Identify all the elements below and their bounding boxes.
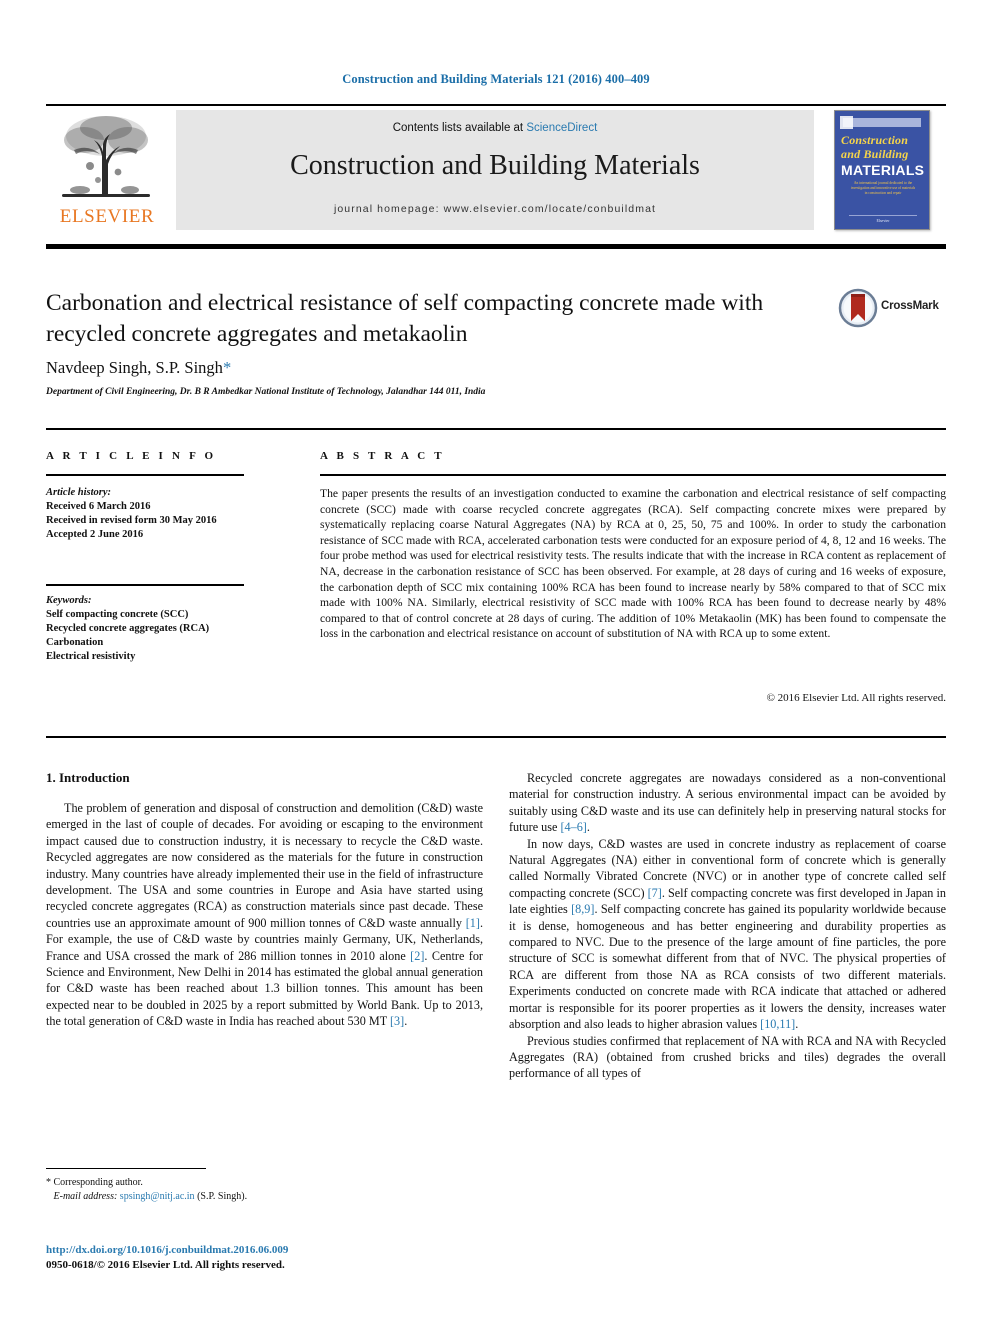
article-history-block: Article history: Received 6 March 2016 R…	[46, 486, 266, 542]
paragraph: Previous studies confirmed that replacem…	[509, 1033, 946, 1082]
crossmark-badge[interactable]: CrossMark	[838, 288, 942, 328]
author-list: Navdeep Singh, S.P. Singh*	[46, 358, 846, 378]
paper-page: Construction and Building Materials 121 …	[0, 0, 992, 1323]
keyword-item: Carbonation	[46, 637, 104, 648]
article-info-heading: A R T I C L E I N F O	[46, 450, 217, 462]
body-column-right: Recycled concrete aggregates are nowaday…	[509, 770, 946, 1082]
elsevier-logo: ELSEVIER	[46, 110, 166, 230]
article-info-rule	[46, 474, 244, 476]
cover-elsevier-mark-icon	[840, 116, 853, 129]
citation-ref[interactable]: [7]	[648, 886, 662, 900]
footnote-block: * Corresponding author. E-mail address: …	[46, 1176, 476, 1204]
cover-title-line1: Construction	[841, 133, 909, 147]
paragraph-text: The problem of generation and disposal o…	[46, 801, 483, 1029]
paragraph-text: In now days, C&D wastes are used in conc…	[509, 836, 947, 1032]
paragraph-text: Previous studies confirmed that replacem…	[509, 1033, 946, 1081]
article-history-label: Article history:	[46, 487, 112, 498]
citation-ref[interactable]: [4–6]	[560, 820, 586, 834]
author-names: Navdeep Singh, S.P. Singh	[46, 358, 223, 377]
crossmark-icon	[838, 288, 878, 328]
masthead-center-panel: Contents lists available at ScienceDirec…	[176, 110, 814, 230]
corresponding-text: Corresponding author.	[53, 1177, 143, 1188]
contents-lists-line: Contents lists available at ScienceDirec…	[176, 122, 814, 134]
masthead-bottom-rule	[46, 244, 946, 249]
journal-cover-image: Construction and Building MATERIALS An i…	[834, 110, 930, 230]
elsevier-tree-icon	[62, 116, 150, 197]
citation-ref[interactable]: [8,9]	[571, 902, 594, 916]
email-owner: (S.P. Singh).	[197, 1191, 248, 1202]
sciencedirect-link[interactable]: ScienceDirect	[526, 122, 597, 134]
contents-prefix: Contents lists available at	[392, 122, 527, 134]
paragraph: The problem of generation and disposal o…	[46, 800, 483, 1030]
article-history-item: Accepted 2 June 2016	[46, 529, 144, 540]
journal-masthead: ELSEVIER Contents lists available at Sci…	[46, 108, 946, 232]
citation-ref[interactable]: [2]	[410, 949, 424, 963]
keywords-label: Keywords:	[46, 595, 92, 606]
masthead-top-rule	[46, 104, 946, 106]
page-title: Carbonation and electrical resistance of…	[46, 290, 764, 347]
body-column-left: The problem of generation and disposal o…	[46, 800, 483, 1030]
footnote-rule	[46, 1168, 206, 1169]
article-history-item: Received in revised form 30 May 2016	[46, 515, 217, 526]
citation-ref[interactable]: [1]	[466, 916, 480, 930]
abstract-bottom-rule	[46, 736, 946, 738]
cover-footer: Elsevier	[849, 215, 917, 223]
article-info-top-rule	[46, 428, 946, 430]
email-label: E-mail address:	[53, 1191, 118, 1202]
article-history-item: Received 6 March 2016	[46, 501, 151, 512]
cover-title-line3: MATERIALS	[841, 162, 925, 178]
journal-homepage-link[interactable]: journal homepage: www.elsevier.com/locat…	[176, 203, 814, 215]
cover-top-band	[843, 118, 921, 127]
cover-blurb: An international journal dedicated to th…	[850, 181, 916, 195]
corresponding-marker: *	[46, 1177, 51, 1188]
paragraph-text: Recycled concrete aggregates are nowaday…	[509, 771, 946, 835]
journal-title: Construction and Building Materials	[290, 150, 700, 181]
journal-cover-thumbnail[interactable]: Construction and Building MATERIALS An i…	[828, 108, 938, 232]
affiliation: Department of Civil Engineering, Dr. B R…	[46, 387, 486, 397]
abstract-copyright: © 2016 Elsevier Ltd. All rights reserved…	[766, 692, 946, 704]
abstract-text: The paper presents the results of an inv…	[320, 487, 946, 641]
keyword-item: Self compacting concrete (SCC)	[46, 609, 189, 620]
section-title-introduction: 1. Introduction	[46, 770, 130, 785]
cover-title-line2: and Building	[841, 147, 909, 161]
keyword-item: Recycled concrete aggregates (RCA)	[46, 623, 210, 634]
corresponding-author-marker: *	[222, 358, 232, 377]
abstract-rule	[320, 474, 946, 476]
doi-link[interactable]: http://dx.doi.org/10.1016/j.conbuildmat.…	[46, 1244, 506, 1256]
citation-ref[interactable]: [3]	[390, 1014, 404, 1028]
paragraph: Recycled concrete aggregates are nowaday…	[509, 770, 946, 836]
abstract-heading: A B S T R A C T	[320, 450, 445, 462]
running-head: Construction and Building Materials 121 …	[342, 72, 650, 86]
keyword-item: Electrical resistivity	[46, 651, 136, 662]
keywords-rule	[46, 584, 244, 586]
citation-ref[interactable]: [10,11]	[760, 1017, 795, 1031]
elsevier-wordmark: ELSEVIER	[59, 206, 155, 227]
paragraph: In now days, C&D wastes are used in conc…	[509, 836, 946, 1033]
email-link[interactable]: spsingh@nitj.ac.in	[120, 1191, 195, 1202]
crossmark-label: CrossMark	[881, 300, 939, 312]
issn-copyright-line: 0950-0618/© 2016 Elsevier Ltd. All right…	[46, 1259, 285, 1271]
keywords-block: Keywords: Self compacting concrete (SCC)…	[46, 594, 266, 664]
